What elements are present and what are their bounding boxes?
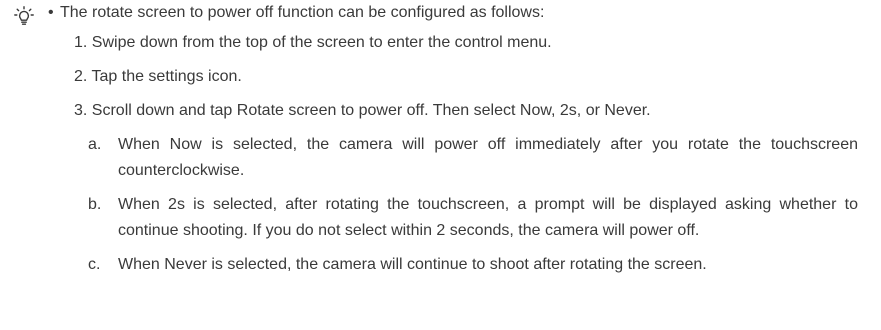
substep-text: When Never is selected, the camera will … (118, 256, 707, 273)
intro-line: • The rotate screen to power off functio… (48, 0, 868, 26)
tip-lightbulb-icon (14, 6, 34, 25)
steps-list: 1. Swipe down from the top of the screen… (74, 30, 864, 132)
substep-text: When Now is selected, the camera will po… (118, 136, 858, 179)
substep-text: When 2s is selected, after rotating the … (118, 196, 858, 239)
step-2: 2. Tap the settings icon. (74, 68, 242, 85)
substep-letter: b. (88, 196, 102, 213)
bullet-dot: • (48, 4, 54, 21)
intro-text: The rotate screen to power off function … (60, 4, 545, 21)
step-3: 3. Scroll down and tap Rotate screen to … (74, 102, 651, 119)
substep-letter: c. (88, 256, 101, 273)
tip-section: • The rotate screen to power off functio… (0, 0, 881, 330)
substep-a: a. When Now is selected, the camera will… (88, 132, 858, 184)
substeps-list: a. When Now is selected, the camera will… (88, 132, 858, 286)
substep-c: c. When Never is selected, the camera wi… (88, 252, 858, 278)
step-1: 1. Swipe down from the top of the screen… (74, 34, 552, 51)
substep-letter: a. (88, 136, 102, 153)
substep-b: b. When 2s is selected, after rotating t… (88, 192, 858, 244)
